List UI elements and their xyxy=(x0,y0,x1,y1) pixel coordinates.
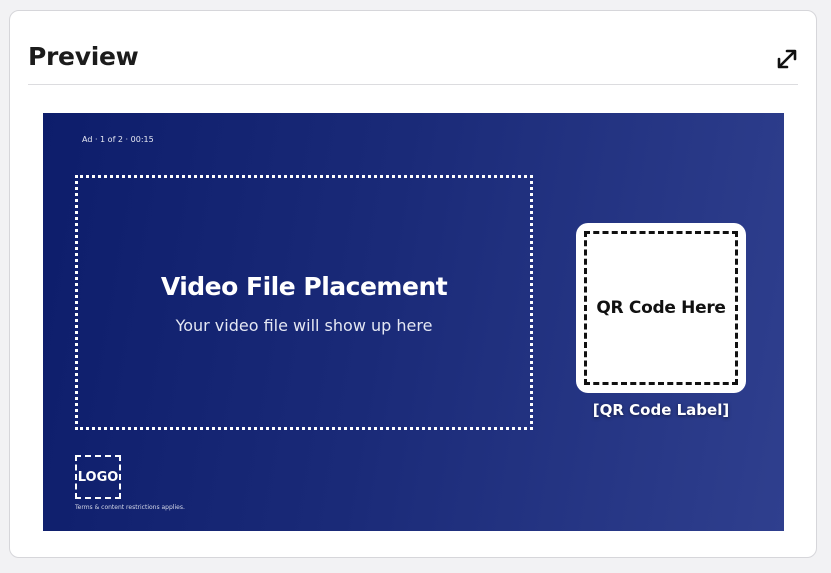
card-header: Preview xyxy=(28,11,798,85)
video-placeholder: Video File Placement Your video file wil… xyxy=(75,175,533,430)
ad-preview-canvas: Ad · 1 of 2 · 00:15 Video File Placement… xyxy=(43,113,784,531)
video-placeholder-subtitle: Your video file will show up here xyxy=(175,316,433,335)
ad-meta-text: Ad · 1 of 2 · 00:15 xyxy=(82,135,154,144)
terms-text: Terms & content restrictions applies. xyxy=(75,504,185,511)
video-placeholder-title: Video File Placement xyxy=(160,272,448,301)
preview-card: Preview Ad · 1 of 2 · 00:15 Video File P… xyxy=(9,10,817,558)
logo-placeholder: LOGO xyxy=(75,455,121,499)
logo-placeholder-text: LOGO xyxy=(77,469,119,485)
qr-code-placeholder: QR Code Here xyxy=(584,231,738,385)
qr-code-placeholder-text: QR Code Here xyxy=(596,298,726,318)
expand-arrows-icon[interactable] xyxy=(776,48,798,70)
qr-code-label: [QR Code Label] xyxy=(592,401,730,419)
card-title: Preview xyxy=(28,42,139,71)
qr-code-card: QR Code Here xyxy=(576,223,746,393)
